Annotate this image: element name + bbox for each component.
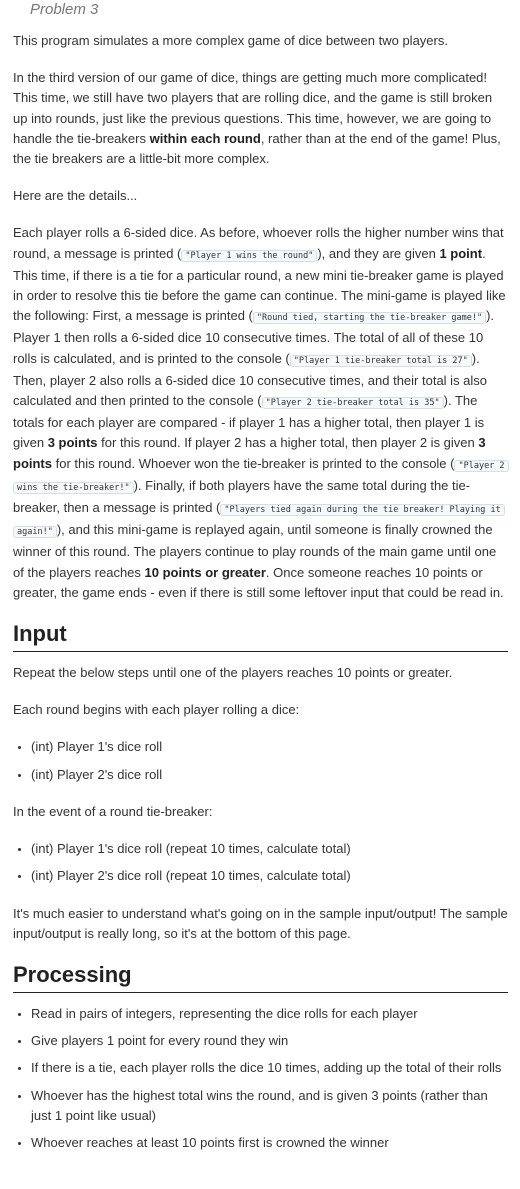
details-intro: Here are the details...	[13, 188, 138, 204]
code-player-wins-round: "Player 1 wins the round"	[181, 249, 318, 262]
list-item: Whoever reaches at least 10 points first…	[31, 1133, 508, 1153]
code-round-tied: "Round tied, starting the tie-breaker ga…	[252, 312, 487, 325]
list-item: Read in pairs of integers, representing …	[31, 1004, 508, 1024]
code-player2-total: "Player 2 tie-breaker total is 35"	[261, 397, 444, 410]
input-repeat-text: Repeat the below steps until one of the …	[13, 665, 453, 681]
version-paragraph: In the third version of our game of dice…	[13, 70, 501, 167]
emphasis-ten-points: 10 points or greater	[144, 564, 266, 580]
input-round-list: (int) Player 1's dice roll (int) Player …	[13, 737, 508, 784]
input-note: It's much easier to understand what's go…	[13, 905, 508, 941]
input-round-intro: Each round begins with each player rolli…	[13, 702, 300, 718]
list-item: (int) Player 1's dice roll (repeat 10 ti…	[31, 839, 508, 859]
input-tie-intro: In the event of a round tie-breaker:	[13, 803, 213, 819]
list-item: Whoever has the highest total wins the r…	[31, 1086, 508, 1126]
list-item: (int) Player 1's dice roll	[31, 737, 508, 757]
list-item: If there is a tie, each player rolls the…	[31, 1058, 508, 1078]
details-paragraph: Each player rolls a 6-sided dice. As bef…	[13, 223, 509, 603]
problem-title: Problem 3	[30, 1, 99, 18]
emphasis-three-points: 3 points	[47, 435, 98, 451]
code-player1-total: "Player 1 tie-breaker total is 27"	[289, 354, 472, 367]
list-item: (int) Player 2's dice roll (repeat 10 ti…	[31, 866, 508, 886]
intro-paragraph: This program simulates a more complex ga…	[13, 33, 448, 48]
input-tie-list: (int) Player 1's dice roll (repeat 10 ti…	[13, 839, 508, 886]
processing-heading: Processing	[13, 961, 508, 993]
list-item: (int) Player 2's dice roll	[31, 765, 508, 785]
processing-list: Read in pairs of integers, representing …	[13, 1004, 508, 1153]
problem-page: Problem 3 This program simulates a more …	[0, 0, 520, 1153]
emphasis-one-point: 1 point	[439, 245, 483, 261]
input-heading: Input	[13, 620, 508, 653]
list-item: Give players 1 point for every round the…	[31, 1031, 508, 1051]
emphasis-within-round: within each round	[149, 130, 261, 146]
